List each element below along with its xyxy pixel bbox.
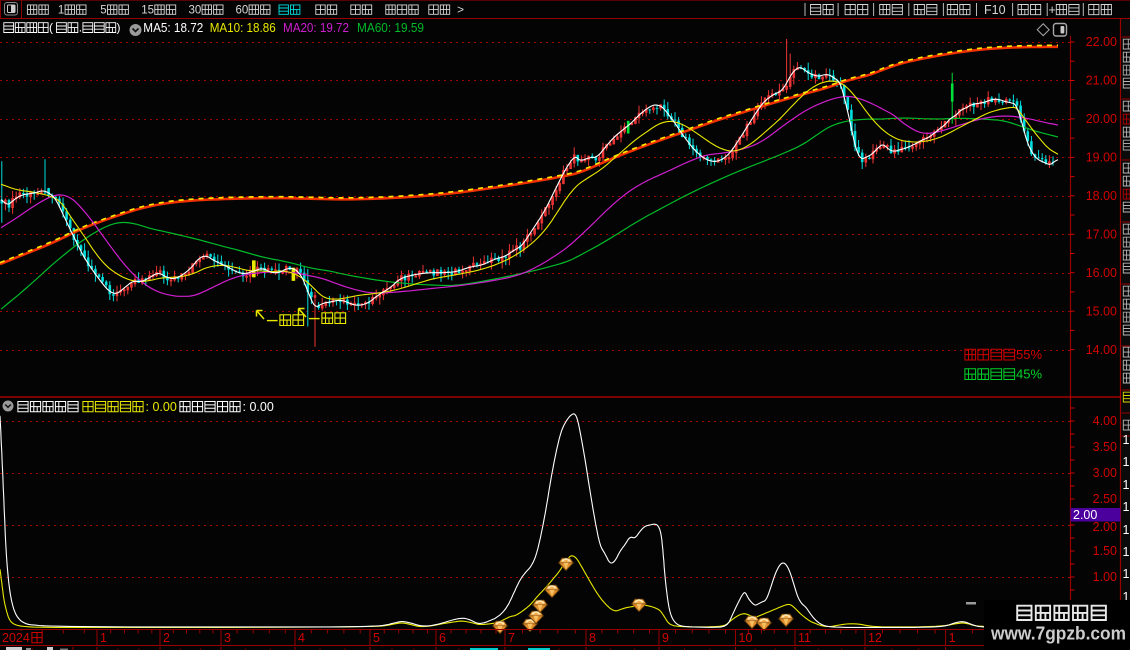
svg-text:(: ( <box>49 21 53 35</box>
svg-text:16.00: 16.00 <box>1086 266 1117 280</box>
svg-text:6: 6 <box>439 631 446 645</box>
svg-text:www.7gpzb.com: www.7gpzb.com <box>990 624 1126 644</box>
svg-text:9: 9 <box>662 631 669 645</box>
svg-text:15: 15 <box>141 4 154 16</box>
svg-text:18.00: 18.00 <box>1086 189 1117 203</box>
svg-text:8: 8 <box>589 631 596 645</box>
svg-text:: 0.00: : 0.00 <box>146 400 177 414</box>
svg-text:1: 1 <box>1123 478 1130 492</box>
svg-text:4.00: 4.00 <box>1093 414 1117 428</box>
svg-text:MA5: 18.72: MA5: 18.72 <box>143 20 203 35</box>
svg-text:1: 1 <box>949 631 956 645</box>
svg-text:12: 12 <box>868 631 882 645</box>
svg-text:): ) <box>117 21 121 35</box>
svg-text:1: 1 <box>100 631 107 645</box>
svg-text:+: + <box>1049 3 1056 17</box>
svg-text:14.00: 14.00 <box>1086 343 1117 357</box>
svg-text:1: 1 <box>1123 500 1130 514</box>
svg-text:1: 1 <box>1123 523 1130 537</box>
svg-text:3.00: 3.00 <box>1093 466 1117 480</box>
svg-text:5: 5 <box>100 4 106 16</box>
svg-text:11: 11 <box>798 631 811 645</box>
svg-text:4: 4 <box>298 631 305 645</box>
svg-text:22.00: 22.00 <box>1086 35 1117 49</box>
svg-text:2.00: 2.00 <box>1093 520 1117 534</box>
svg-text:2.50: 2.50 <box>1093 492 1117 506</box>
svg-text:: 0.00: : 0.00 <box>243 400 274 414</box>
svg-text:45%: 45% <box>1016 366 1042 381</box>
svg-text:10: 10 <box>739 631 753 645</box>
svg-text:MA60: 19.59: MA60: 19.59 <box>357 20 424 35</box>
svg-text:2024: 2024 <box>2 631 30 645</box>
svg-text:30: 30 <box>189 4 202 16</box>
svg-text:2.00: 2.00 <box>1073 508 1097 522</box>
svg-text:5: 5 <box>373 631 380 645</box>
svg-text:1: 1 <box>1123 545 1130 559</box>
svg-text:3: 3 <box>224 631 231 645</box>
svg-text:20.00: 20.00 <box>1086 112 1117 126</box>
svg-text:1.50: 1.50 <box>1093 544 1117 558</box>
svg-text:21.00: 21.00 <box>1086 74 1117 88</box>
svg-text:>: > <box>457 3 464 17</box>
svg-text:1.00: 1.00 <box>1093 570 1117 584</box>
svg-text:MA20: 19.72: MA20: 19.72 <box>283 20 349 35</box>
svg-text:F10: F10 <box>984 3 1006 17</box>
svg-text:60: 60 <box>236 4 249 16</box>
svg-text:55%: 55% <box>1016 347 1042 362</box>
svg-text:7: 7 <box>508 631 515 645</box>
svg-text:.: . <box>79 21 82 35</box>
svg-text:3.50: 3.50 <box>1093 440 1117 454</box>
svg-text:17.00: 17.00 <box>1086 228 1117 242</box>
svg-text:19.00: 19.00 <box>1086 151 1117 165</box>
svg-text:1: 1 <box>1123 455 1130 469</box>
svg-text:1: 1 <box>1123 567 1130 581</box>
svg-text:MA10: 18.86: MA10: 18.86 <box>210 20 276 35</box>
svg-text:1: 1 <box>1123 433 1130 447</box>
svg-text:2: 2 <box>163 631 170 645</box>
svg-text:1: 1 <box>58 4 64 16</box>
svg-text:15.00: 15.00 <box>1086 304 1117 318</box>
